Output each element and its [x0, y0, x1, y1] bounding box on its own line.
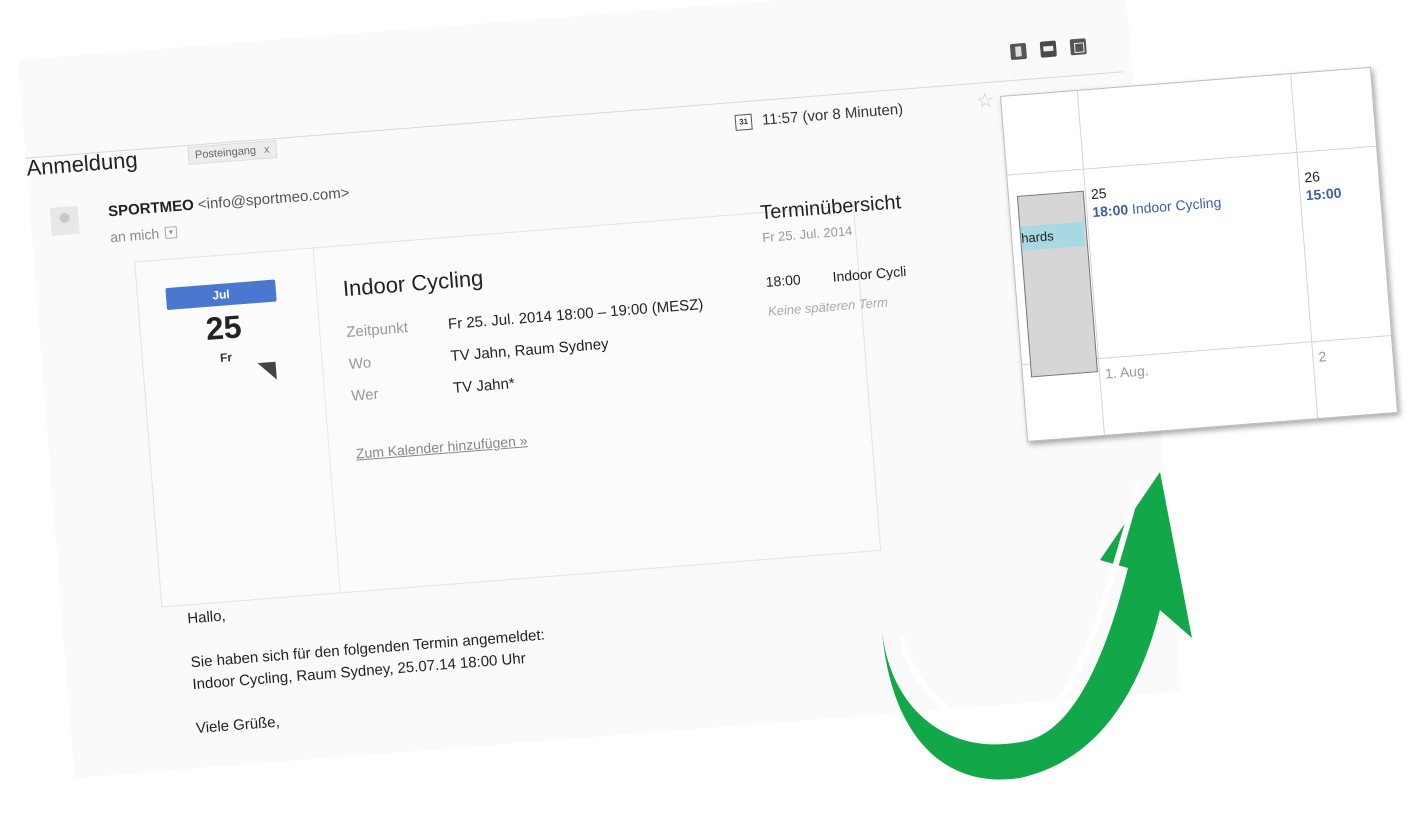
add-to-calendar-link[interactable]: Zum Kalender hinzufügen » [355, 432, 528, 461]
star-icon[interactable]: ☆ [975, 88, 995, 114]
event-row-label: Wer [350, 385, 380, 405]
calendar-zoom-popup: hards 25 18:00 Indoor Cycling 26 15:00 1… [1000, 66, 1399, 442]
event-chip[interactable]: hards [1020, 221, 1086, 251]
curved-arrow-icon [882, 472, 1192, 780]
calendar-event-title: Indoor Cycling [1131, 193, 1222, 217]
arrow-shape [882, 472, 1192, 780]
day-number: 2 [1317, 348, 1327, 365]
calendar-event[interactable]: 18:00 Indoor Cycling [1092, 194, 1222, 220]
trash-icon[interactable] [1009, 42, 1028, 61]
avatar [49, 205, 80, 236]
previous-day-column: hards [1016, 190, 1098, 378]
grid-line [1290, 74, 1319, 419]
new-window-icon[interactable] [1069, 38, 1087, 56]
event-row-value[interactable]: TV Jahn* [452, 375, 515, 397]
date-month: Jul [165, 279, 277, 311]
calendar-event[interactable]: 15:00 [1305, 185, 1342, 204]
grid-line [1007, 145, 1377, 176]
details-dropdown-icon[interactable]: ▾ [164, 226, 178, 239]
sender: SPORTMEO <info@sportmeo.com> [108, 184, 351, 220]
event-row-where: Wo TV Jahn, Raum Sydney [348, 336, 609, 373]
email-time: 31 11:57 (vor 8 Minuten) [734, 100, 904, 131]
email-timestamp: 11:57 (vor 8 Minuten) [761, 100, 904, 129]
agenda-item-time: 18:00 [765, 271, 802, 290]
day-number: 26 [1303, 168, 1321, 186]
day-number: 25 [1090, 184, 1108, 203]
event-invitation-card: Jul 25 Fr Indoor Cycling Zeitpunkt Fr 25… [134, 204, 882, 608]
recipient-row: an mich ▾ [110, 224, 178, 245]
calendar-event-time: 18:00 [1091, 201, 1129, 221]
email-subject: Anmeldung [25, 146, 139, 181]
recipient: an mich [109, 225, 160, 246]
event-row-value: TV Jahn, Raum Sydney [449, 335, 610, 365]
sender-name[interactable]: SPORTMEO [108, 197, 195, 221]
event-row-label: Wo [348, 354, 372, 373]
event-row-value: Fr 25. Jul. 2014 18:00 – 19:00 (MESZ) [447, 296, 704, 334]
corner-fold-icon [257, 361, 277, 382]
inbox-label-text: Posteingang [194, 144, 257, 162]
email-body: Hallo, Sie haben sich für den folgenden … [187, 581, 553, 762]
toolbar-icons [1009, 38, 1087, 61]
remove-label-icon[interactable]: x [264, 144, 270, 156]
body-closing: Viele Grüße, [195, 713, 281, 738]
header-divider [25, 71, 1123, 159]
event-row-who: Wer TV Jahn* [351, 375, 516, 405]
card-divider [312, 248, 341, 593]
print-icon[interactable] [1039, 40, 1057, 58]
calendar-icon: 31 [734, 113, 753, 131]
event-title: Indoor Cycling [341, 265, 485, 302]
date-day: 25 [204, 308, 243, 348]
event-row-time: Zeitpunkt Fr 25. Jul. 2014 18:00 – 19:00… [346, 296, 704, 341]
sender-email: <info@sportmeo.com> [197, 184, 351, 214]
day-number: 1. Aug. [1104, 362, 1150, 382]
calendar-event-time: 15:00 [1305, 184, 1343, 204]
event-row-label: Zeitpunkt [345, 319, 409, 342]
date-badge: Jul 25 Fr [165, 279, 281, 382]
